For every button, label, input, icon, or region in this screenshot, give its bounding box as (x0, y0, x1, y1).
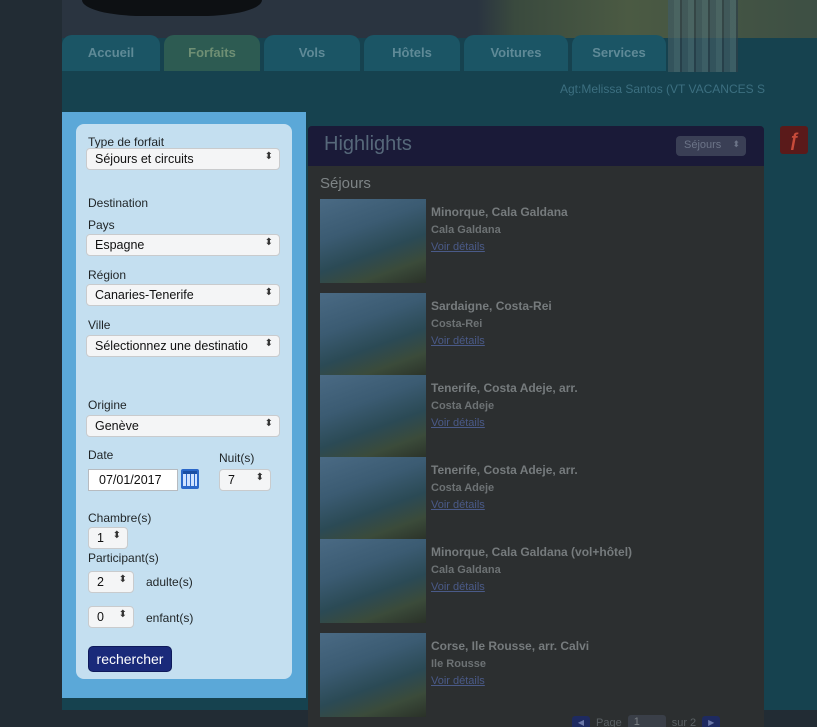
item-title: Minorque, Cala Galdana (vol+hôtel) (431, 545, 633, 559)
origin-select[interactable]: Genève ⬍ (86, 415, 280, 437)
item-subtitle: Costa Adeje (431, 400, 495, 412)
destination-thumbnail[interactable] (320, 293, 426, 377)
page-label: Page (596, 717, 622, 727)
item-subtitle: Cala Galdana (431, 224, 501, 236)
list-item: Minorque, Cala Galdana (vol+hôtel) Cala … (320, 539, 750, 623)
list-item: Tenerife, Costa Adeje, arr. Costa Adeje … (320, 457, 750, 541)
calendar-icon[interactable] (181, 469, 199, 489)
highlights-title: Highlights (324, 133, 412, 155)
date-label: Date (88, 448, 114, 462)
select-arrow-icon: ⬍ (264, 287, 273, 298)
page-total: sur 2 (671, 717, 697, 727)
select-arrow-icon: ⬍ (264, 418, 273, 429)
highlights-header: Highlights Séjours ⬍ (308, 126, 764, 166)
select-arrow-icon: ⬍ (264, 237, 273, 248)
item-subtitle: Ile Rousse (431, 658, 487, 670)
select-arrow-icon: ⬍ (732, 139, 740, 149)
select-arrow-icon: ⬍ (255, 472, 264, 483)
next-page-button[interactable]: ▶ (702, 716, 721, 727)
region-value: Canaries-Tenerife (95, 288, 194, 302)
destination-thumbnail[interactable] (320, 539, 426, 623)
select-arrow-icon: ⬍ (118, 574, 127, 585)
details-link[interactable]: Voir détails (431, 675, 485, 687)
rooms-select[interactable]: 1 ⬍ (88, 527, 128, 549)
select-arrow-icon: ⬍ (112, 530, 121, 541)
adults-label: adulte(s) (146, 575, 193, 589)
page-select[interactable]: 1 (627, 715, 666, 727)
country-select[interactable]: Espagne ⬍ (86, 234, 280, 256)
destination-thumbnail[interactable] (320, 199, 426, 283)
details-link[interactable]: Voir détails (431, 499, 485, 511)
item-title: Tenerife, Costa Adeje, arr. (431, 381, 578, 395)
children-label: enfant(s) (146, 611, 194, 625)
city-label: Ville (88, 318, 111, 332)
tab-accueil[interactable]: Accueil (62, 35, 160, 71)
list-item: Corse, Ile Rousse, arr. Calvi Ile Rousse… (320, 633, 750, 717)
participants-label: Participant(s) (88, 551, 159, 565)
tab-vols[interactable]: Vols (264, 35, 360, 71)
item-title: Tenerife, Costa Adeje, arr. (431, 463, 578, 477)
rooms-label: Chambre(s) (88, 511, 152, 525)
item-subtitle: Costa-Rei (431, 318, 483, 330)
item-subtitle: Costa Adeje (431, 482, 495, 494)
country-label: Pays (88, 218, 115, 232)
adults-value: 2 (97, 575, 104, 589)
agent-info: Agt:Melissa Santos (VT VACANCES S (560, 82, 765, 96)
date-input[interactable]: 07/01/2017 (88, 469, 178, 491)
item-title: Minorque, Cala Galdana (431, 205, 568, 219)
highlights-filter-value: Séjours (684, 139, 722, 151)
search-button[interactable]: rechercher (88, 646, 172, 672)
nights-label: Nuit(s) (219, 451, 255, 465)
destination-thumbnail[interactable] (320, 633, 426, 717)
package-type-value: Séjours et circuits (95, 152, 194, 166)
nights-select[interactable]: 7 ⬍ (219, 469, 271, 491)
destination-label: Destination (88, 196, 149, 210)
list-item: Tenerife, Costa Adeje, arr. Costa Adeje … (320, 375, 750, 459)
children-select[interactable]: 0 ⬍ (88, 606, 134, 628)
list-item: Minorque, Cala Galdana Cala Galdana Voir… (320, 199, 750, 283)
item-title: Corse, Ile Rousse, arr. Calvi (431, 639, 590, 653)
city-value: Sélectionnez une destinatio (95, 339, 248, 353)
details-link[interactable]: Voir détails (431, 241, 485, 253)
origin-label: Origine (88, 398, 127, 412)
package-type-select[interactable]: Séjours et circuits ⬍ (86, 148, 280, 170)
tab-voitures[interactable]: Voitures (464, 35, 568, 71)
destination-thumbnail[interactable] (320, 375, 426, 459)
adults-select[interactable]: 2 ⬍ (88, 571, 134, 593)
details-link[interactable]: Voir détails (431, 417, 485, 429)
banner-decoration (668, 0, 738, 72)
origin-value: Genève (95, 419, 139, 433)
select-arrow-icon: ⬍ (264, 151, 273, 162)
tab-forfaits[interactable]: Forfaits (164, 35, 260, 71)
nights-value: 7 (228, 473, 235, 487)
highlights-filter-select[interactable]: Séjours ⬍ (676, 136, 746, 156)
flash-plugin-icon[interactable]: ƒ (780, 126, 808, 154)
main-tabs: Accueil Forfaits Vols Hôtels Voitures Se… (62, 35, 666, 71)
highlights-section-title: Séjours (320, 175, 371, 192)
details-link[interactable]: Voir détails (431, 335, 485, 347)
highlights-panel: Highlights Séjours ⬍ Séjours Minorque, C… (308, 126, 764, 727)
children-value: 0 (97, 610, 104, 624)
select-arrow-icon: ⬍ (118, 609, 127, 620)
region-label: Région (88, 268, 127, 282)
tab-services[interactable]: Services (572, 35, 666, 71)
list-item: Sardaigne, Costa-Rei Costa-Rei Voir déta… (320, 293, 750, 377)
region-select[interactable]: Canaries-Tenerife ⬍ (86, 284, 280, 306)
country-value: Espagne (95, 238, 145, 252)
rooms-value: 1 (97, 531, 104, 545)
pagination: ◀ Page 1 sur 2 ▶ (572, 715, 721, 727)
item-title: Sardaigne, Costa-Rei (431, 299, 552, 313)
tab-hotels[interactable]: Hôtels (364, 35, 460, 71)
destination-thumbnail[interactable] (320, 457, 426, 541)
select-arrow-icon: ⬍ (264, 338, 273, 349)
city-select[interactable]: Sélectionnez une destinatio ⬍ (86, 335, 280, 357)
item-subtitle: Cala Galdana (431, 564, 501, 576)
package-type-label: Type de forfait (88, 135, 165, 149)
details-link[interactable]: Voir détails (431, 581, 485, 593)
prev-page-button[interactable]: ◀ (572, 716, 590, 727)
